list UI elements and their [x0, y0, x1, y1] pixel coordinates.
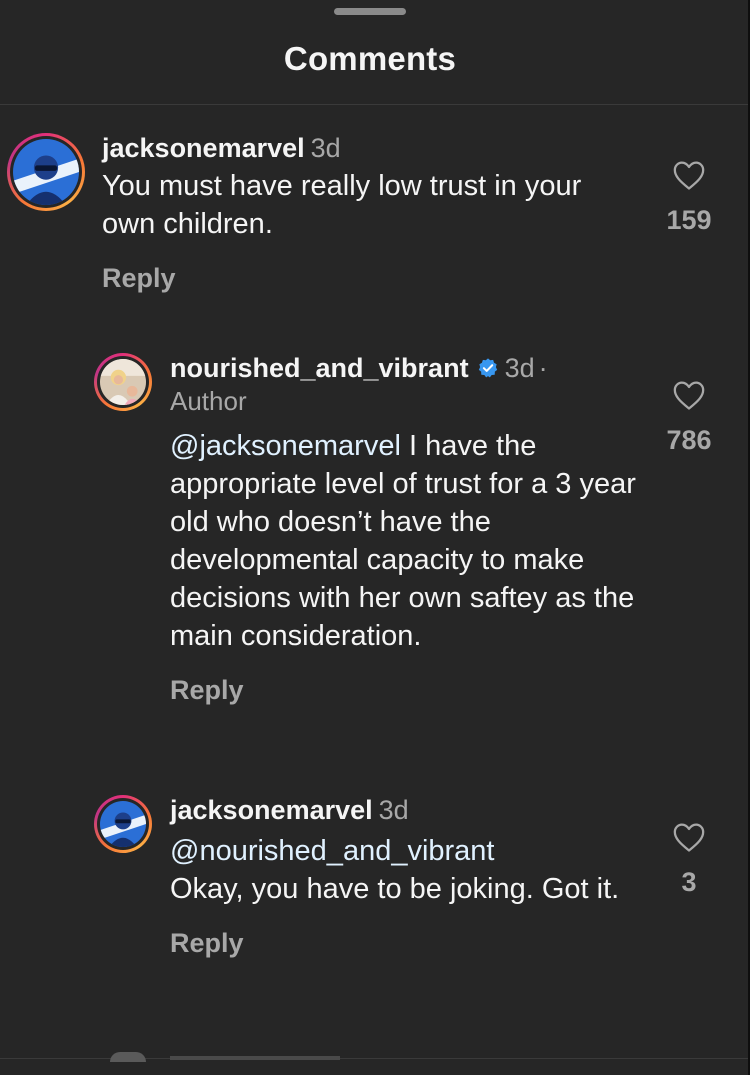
- comment-time: 3d: [378, 795, 409, 825]
- header-divider: [0, 104, 748, 105]
- reply-button[interactable]: Reply: [170, 675, 645, 706]
- separator-dot: ·: [538, 353, 548, 383]
- comment-username[interactable]: nourished_and_vibrant: [170, 353, 469, 383]
- next-comment-avatar-peek: [110, 1052, 146, 1062]
- author-label: Author: [170, 386, 247, 416]
- avatar[interactable]: [94, 795, 152, 853]
- reply-button[interactable]: Reply: [170, 928, 620, 959]
- heart-outline-icon[interactable]: [672, 159, 706, 191]
- reply-button[interactable]: Reply: [102, 263, 622, 294]
- mention-link[interactable]: @jacksonemarvel: [170, 430, 401, 462]
- comment-time: 3d: [310, 133, 341, 163]
- like-column: 3: [644, 821, 734, 898]
- comment-text: @jacksonemarvel I have the appropriate l…: [170, 427, 645, 655]
- avatar[interactable]: [7, 133, 85, 211]
- comment-body: Okay, you have to be joking. Got it.: [170, 873, 620, 905]
- like-count: 159: [666, 205, 712, 235]
- verified-badge-icon: [478, 358, 497, 378]
- comment: jacksonemarvel 3d @nourished_and_vibrant O…: [170, 793, 620, 959]
- heart-outline-icon[interactable]: [672, 821, 706, 853]
- like-count: 3: [681, 867, 697, 897]
- avatar-photo: [100, 359, 146, 405]
- drag-handle[interactable]: [334, 8, 406, 15]
- avatar-photo: [13, 139, 79, 205]
- comment-username[interactable]: jacksonemarvel: [102, 133, 305, 163]
- sheet-title: Comments: [283, 40, 457, 77]
- comment: jacksonemarvel 3d You must have really lo…: [102, 131, 622, 294]
- like-column: 159: [644, 159, 734, 236]
- comments-sheet: Comments jacksonemarvel 3d You must have …: [0, 0, 750, 1075]
- next-comment-text-peek: [170, 1056, 340, 1060]
- comment-text: @nourished_and_vibrant Okay, you have to …: [170, 832, 620, 908]
- comment-username[interactable]: jacksonemarvel: [170, 795, 373, 825]
- comment-body: I have the appropriate level of trust fo…: [170, 430, 636, 652]
- like-count: 786: [666, 425, 712, 455]
- mention-link[interactable]: @nourished_and_vibrant: [170, 832, 620, 870]
- heart-outline-icon[interactable]: [672, 379, 706, 411]
- like-column: 786: [644, 379, 734, 456]
- comment-text: You must have really low trust in your o…: [102, 170, 582, 240]
- avatar[interactable]: [94, 353, 152, 411]
- comment-time: 3d: [504, 353, 535, 383]
- avatar-photo: [100, 801, 146, 847]
- comment: nourished_and_vibrant 3d · Author @jackso…: [170, 351, 645, 706]
